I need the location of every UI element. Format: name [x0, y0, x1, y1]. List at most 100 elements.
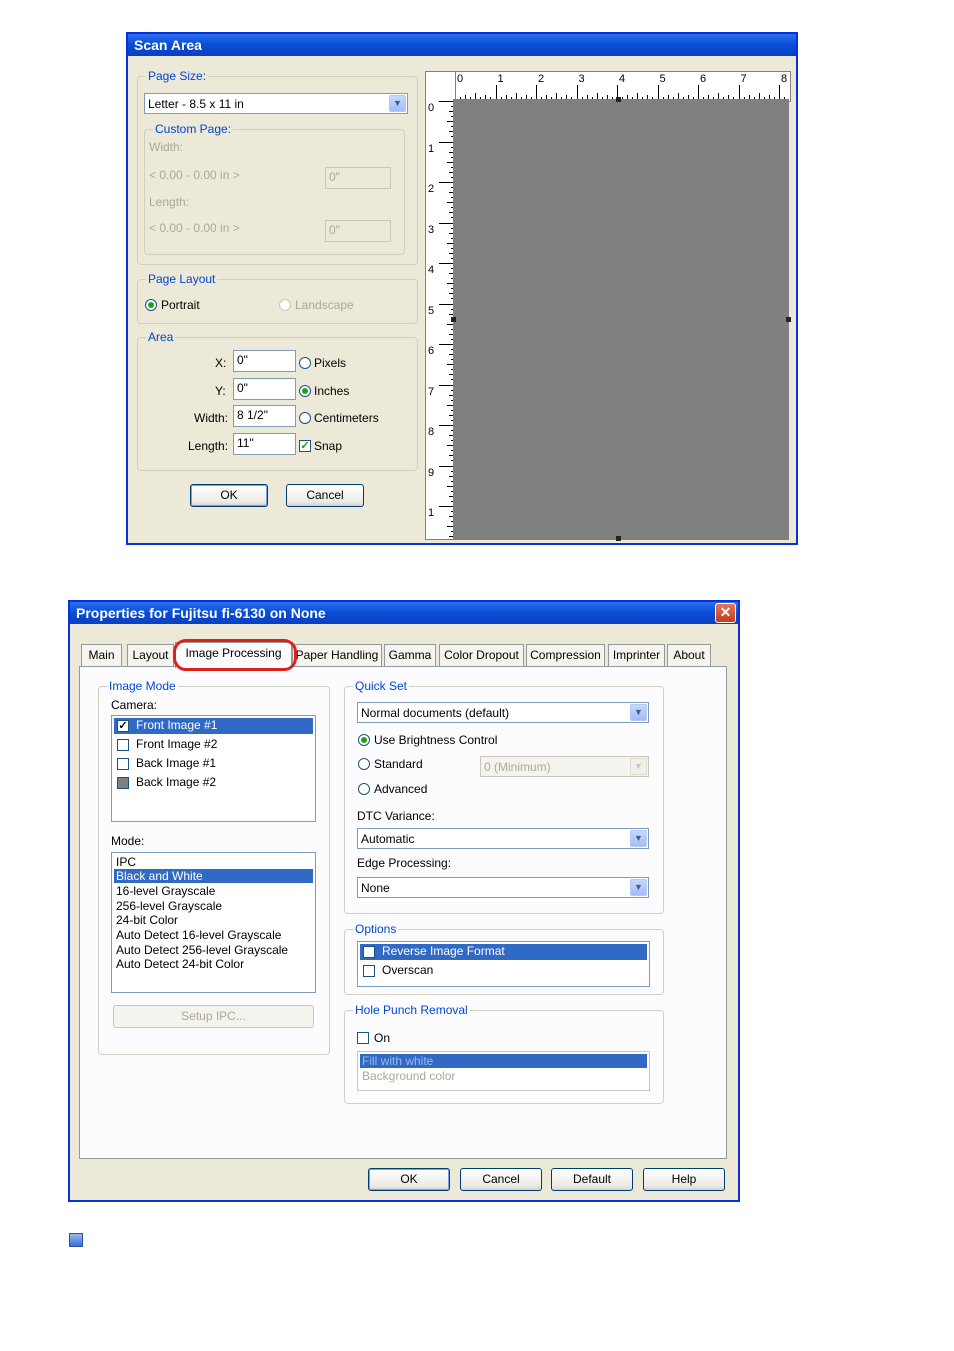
- snap-checkbox[interactable]: ✓: [299, 440, 311, 452]
- width-input[interactable]: 8 1/2": [233, 405, 296, 427]
- ruler-number: 5: [428, 304, 435, 317]
- dtc-variance-dropdown[interactable]: Automatic ▼: [357, 828, 649, 849]
- custom-width-input[interactable]: 0": [325, 167, 391, 189]
- options-list[interactable]: Reverse Image Format Overscan: [357, 941, 650, 987]
- edge-processing-dropdown[interactable]: None ▼: [357, 877, 649, 898]
- list-item[interactable]: IPC: [114, 855, 313, 869]
- length-input[interactable]: 11": [233, 433, 296, 455]
- camera-checkbox[interactable]: [117, 739, 129, 751]
- list-item[interactable]: Front Image #2: [114, 737, 313, 753]
- chevron-down-icon[interactable]: ▼: [630, 758, 647, 775]
- custom-length-input[interactable]: 0": [325, 220, 391, 242]
- portrait-radio[interactable]: [145, 299, 157, 311]
- inches-label[interactable]: Inches: [314, 384, 349, 398]
- pixels-radio[interactable]: [299, 357, 311, 369]
- landscape-label[interactable]: Landscape: [295, 298, 354, 312]
- list-item[interactable]: Auto Detect 24-bit Color: [114, 957, 313, 971]
- advanced-radio[interactable]: [358, 783, 370, 795]
- tab-gamma[interactable]: Gamma: [384, 644, 436, 666]
- hole-punch-on-checkbox[interactable]: [357, 1032, 369, 1044]
- resize-handle-top[interactable]: [616, 97, 621, 102]
- standard-label[interactable]: Standard: [374, 757, 423, 771]
- landscape-radio[interactable]: [279, 299, 291, 311]
- resize-handle-right[interactable]: [786, 317, 791, 322]
- tab-compression[interactable]: Compression: [526, 644, 605, 666]
- help-button[interactable]: Help: [643, 1168, 725, 1191]
- tab-layout[interactable]: Layout: [127, 644, 174, 666]
- cancel-button[interactable]: Cancel: [286, 484, 364, 507]
- quick-set-dropdown[interactable]: Normal documents (default) ▼: [357, 702, 649, 723]
- dtc-variance-label: DTC Variance:: [357, 809, 435, 823]
- list-item[interactable]: 256-level Grayscale: [114, 899, 313, 913]
- option-checkbox[interactable]: [363, 965, 375, 977]
- scan-preview-area[interactable]: [451, 97, 791, 541]
- chevron-down-icon[interactable]: ▼: [630, 704, 647, 721]
- tab-color-dropout[interactable]: Color Dropout: [439, 644, 524, 666]
- ruler-number: 7: [428, 385, 435, 398]
- ok-button[interactable]: OK: [190, 484, 268, 507]
- y-input[interactable]: 0": [233, 378, 296, 400]
- close-icon[interactable]: ✕: [715, 603, 736, 623]
- list-item[interactable]: 16-level Grayscale: [114, 884, 313, 898]
- option-checkbox[interactable]: [363, 946, 375, 958]
- snap-label[interactable]: Snap: [314, 439, 342, 453]
- tab-paper-handling[interactable]: Paper Handling: [292, 644, 382, 666]
- ruler-number: 1: [428, 142, 435, 155]
- camera-checkbox[interactable]: [117, 777, 129, 789]
- ruler-number: 5: [659, 73, 666, 85]
- centimeters-radio[interactable]: [299, 412, 311, 424]
- mode-list[interactable]: IPC Black and White 16-level Grayscale 2…: [111, 852, 316, 993]
- chevron-down-icon[interactable]: ▼: [630, 879, 647, 896]
- width-label: Width:: [194, 411, 229, 425]
- camera-checkbox[interactable]: ✓: [117, 720, 129, 732]
- list-item[interactable]: Back Image #2: [114, 775, 313, 791]
- pixels-label[interactable]: Pixels: [314, 356, 346, 370]
- list-item[interactable]: Reverse Image Format: [360, 944, 647, 960]
- list-item[interactable]: Auto Detect 16-level Grayscale: [114, 928, 313, 942]
- use-brightness-label[interactable]: Use Brightness Control: [374, 733, 497, 747]
- chevron-down-icon[interactable]: ▼: [630, 830, 647, 847]
- mode-label: Mode:: [111, 834, 145, 848]
- setup-ipc-button[interactable]: Setup IPC...: [113, 1005, 314, 1028]
- list-item[interactable]: Back Image #1: [114, 756, 313, 772]
- chevron-down-icon[interactable]: ▼: [389, 95, 406, 112]
- cancel-button[interactable]: Cancel: [460, 1168, 542, 1191]
- ruler-number: 2: [538, 73, 545, 85]
- use-brightness-radio[interactable]: [358, 734, 370, 746]
- tab-imprinter[interactable]: Imprinter: [608, 644, 665, 666]
- resize-handle-bottom[interactable]: [616, 536, 621, 541]
- list-item[interactable]: Fill with white: [360, 1054, 647, 1068]
- resize-handle-left[interactable]: [451, 317, 456, 322]
- list-item[interactable]: Auto Detect 256-level Grayscale: [114, 943, 313, 957]
- default-button[interactable]: Default: [551, 1168, 633, 1191]
- hole-punch-list[interactable]: Fill with white Background color: [357, 1051, 650, 1091]
- inches-radio[interactable]: [299, 385, 311, 397]
- ruler-number: 8: [428, 426, 435, 438]
- standard-radio[interactable]: [358, 758, 370, 770]
- options-label: Options: [353, 922, 399, 936]
- list-item[interactable]: Overscan: [360, 963, 647, 979]
- window-title: Properties for Fujitsu fi-6130 on None: [70, 602, 738, 624]
- list-item[interactable]: Front Image #1: [114, 718, 313, 734]
- image-mode-label: Image Mode: [107, 679, 178, 693]
- page-size-dropdown[interactable]: Letter - 8.5 x 11 in ▼: [144, 93, 408, 114]
- camera-item-label: Front Image #1: [136, 718, 218, 732]
- tab-main[interactable]: Main: [81, 644, 122, 666]
- x-input[interactable]: 0": [233, 350, 296, 372]
- camera-item-label: Back Image #2: [136, 775, 217, 789]
- ok-button[interactable]: OK: [368, 1168, 450, 1191]
- ruler-number: 0: [428, 102, 435, 114]
- portrait-label[interactable]: Portrait: [161, 298, 200, 312]
- camera-checkbox[interactable]: [117, 758, 129, 770]
- standard-level-dropdown[interactable]: 0 (Minimum) ▼: [480, 756, 649, 777]
- hole-punch-on-label[interactable]: On: [374, 1031, 390, 1045]
- camera-label: Camera:: [111, 698, 158, 712]
- list-item[interactable]: 24-bit Color: [114, 913, 313, 927]
- advanced-label[interactable]: Advanced: [374, 782, 427, 796]
- tab-about[interactable]: About: [667, 644, 711, 666]
- centimeters-label[interactable]: Centimeters: [314, 411, 379, 425]
- camera-list[interactable]: Front Image #1 ✓ Front Image #2 Back Ima…: [111, 715, 316, 822]
- list-item[interactable]: Black and White: [114, 869, 313, 883]
- list-item[interactable]: Background color: [360, 1069, 647, 1083]
- ruler-number: 4: [619, 73, 626, 85]
